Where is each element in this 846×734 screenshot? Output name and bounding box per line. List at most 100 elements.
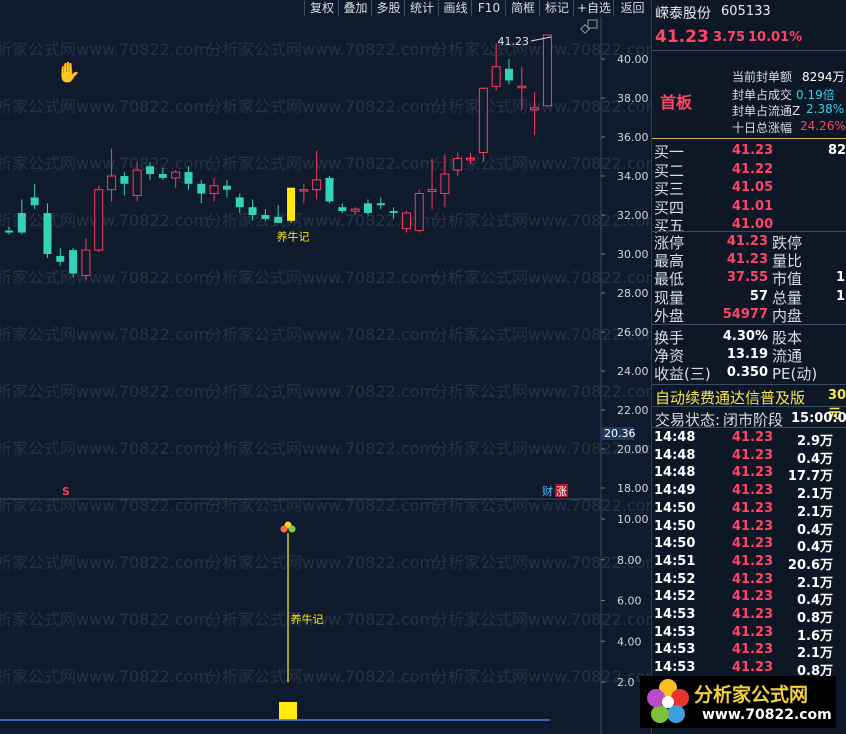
chart-toolbar: 复权 叠加 多股 统计 画线 F10 简框 标记 +自选 返回 bbox=[0, 0, 651, 17]
y-tick-label: 32.00 bbox=[617, 209, 649, 222]
divider bbox=[652, 406, 846, 407]
indicator-y-tick-label: 10.00 bbox=[617, 513, 649, 526]
stock-name: 嵘泰股份 bbox=[655, 6, 711, 22]
tick-time: 14:50 bbox=[654, 500, 696, 516]
y-tick-label: 20.00 bbox=[617, 443, 649, 456]
indicator-dot bbox=[288, 525, 296, 533]
candle bbox=[325, 176, 334, 204]
candle bbox=[287, 187, 296, 223]
tick-row[interactable]: 14:50 41.23 0.4万 bbox=[652, 535, 846, 555]
candle bbox=[222, 179, 231, 198]
multi-stock-button[interactable]: 多股 bbox=[371, 0, 405, 16]
logo-url: www.70822.com bbox=[702, 707, 832, 723]
tick-row[interactable]: 14:49 41.23 2.1万 bbox=[652, 482, 846, 502]
tick-row[interactable]: 14:53 41.23 1.6万 bbox=[652, 624, 846, 644]
back-button[interactable]: 返回 bbox=[613, 0, 651, 16]
news-marker-zhang: 涨 bbox=[556, 485, 567, 498]
tick-price: 41.23 bbox=[732, 465, 774, 481]
candle-body bbox=[69, 250, 78, 274]
candle bbox=[299, 183, 309, 204]
candle bbox=[427, 158, 437, 210]
candle-body bbox=[30, 197, 39, 206]
quote-value-zhangting: 41.23 bbox=[726, 234, 768, 249]
tick-price: 41.23 bbox=[732, 518, 774, 534]
seal-vs-float-label: 封单占流通Z bbox=[732, 104, 801, 118]
kline-chart-area[interactable]: 40.00 38.00 36.00 34.00 32.00 30.00 28.00 26.00… bbox=[0, 17, 651, 734]
tick-row[interactable]: 14:48 41.23 0.4万 bbox=[652, 447, 846, 467]
candle bbox=[466, 152, 476, 165]
f10-button[interactable]: F10 bbox=[471, 0, 506, 16]
draw-line-button[interactable]: 画线 bbox=[438, 0, 472, 16]
tick-row[interactable]: 14:53 41.23 0.8万 bbox=[652, 659, 846, 679]
s-marker: S bbox=[62, 485, 70, 498]
candle-body bbox=[5, 230, 13, 233]
y-tick-label: 38.00 bbox=[617, 92, 649, 105]
y-tick-label: 34.00 bbox=[617, 170, 649, 183]
candle bbox=[363, 199, 372, 215]
tick-price: 41.23 bbox=[732, 430, 774, 445]
candle bbox=[414, 189, 424, 233]
first-board-badge: 首板 bbox=[660, 93, 693, 112]
tick-time: 14:48 bbox=[654, 430, 696, 445]
candle-body bbox=[222, 185, 231, 190]
y-tick-label: 18.00 bbox=[617, 482, 649, 495]
tick-row[interactable]: 14:50 41.23 2.1万 bbox=[652, 500, 846, 520]
candle bbox=[17, 199, 26, 235]
indicator-y-tick-label: 4.00 bbox=[617, 635, 642, 648]
candle-body bbox=[81, 249, 91, 276]
quote-value-waipan: 54977 bbox=[722, 307, 768, 322]
quote-value-zuigao: 41.23 bbox=[726, 252, 768, 267]
promo-text[interactable]: 自动续费通达信普及版 bbox=[655, 387, 805, 408]
tick-row[interactable]: 14:48 41.23 17.7万 bbox=[652, 464, 846, 484]
tick-time: 14:50 bbox=[654, 518, 696, 534]
tick-row[interactable]: 14:53 41.23 2.1万 bbox=[652, 641, 846, 661]
tick-price: 41.23 bbox=[732, 624, 774, 640]
candle bbox=[158, 168, 167, 180]
mark-button[interactable]: 标记 bbox=[539, 0, 574, 16]
tick-row[interactable]: 14:51 41.23 20.6万 bbox=[652, 553, 846, 573]
order-price: 41.00 bbox=[732, 217, 774, 232]
quote-value-huanshou: 4.30% bbox=[722, 329, 768, 344]
candle bbox=[94, 185, 104, 253]
ten-day-gain-label: 十日总涨幅 bbox=[732, 121, 793, 135]
candle-body bbox=[132, 169, 142, 196]
statistics-button[interactable]: 统计 bbox=[404, 0, 439, 16]
candle-body bbox=[478, 87, 488, 154]
simple-frame-button[interactable]: 简框 bbox=[505, 0, 540, 16]
candle bbox=[184, 166, 193, 190]
add-watchlist-button[interactable]: +自选 bbox=[573, 0, 614, 16]
divider bbox=[652, 50, 846, 51]
tick-row[interactable]: 14:53 41.23 0.8万 bbox=[652, 606, 846, 626]
candle bbox=[146, 162, 155, 180]
candle-body bbox=[197, 183, 206, 194]
tick-price: 41.23 bbox=[732, 607, 774, 622]
tick-row[interactable]: 14:52 41.23 2.1万 bbox=[652, 571, 846, 591]
candle-body bbox=[338, 207, 347, 212]
tick-time: 14:53 bbox=[654, 642, 696, 658]
tick-price: 41.23 bbox=[732, 500, 774, 516]
quote-label-shizhi: 市值 bbox=[772, 270, 803, 288]
y-tick-label: 22.00 bbox=[617, 404, 649, 417]
tick-row[interactable]: 14:52 41.23 0.4万 bbox=[652, 588, 846, 608]
overlay-button[interactable]: 叠加 bbox=[338, 0, 372, 16]
candle-body bbox=[376, 203, 385, 206]
fuquan-button[interactable]: 复权 bbox=[304, 0, 339, 16]
candle-body bbox=[350, 208, 360, 212]
candle bbox=[530, 92, 540, 136]
tick-price: 41.23 bbox=[732, 553, 774, 569]
candle-body bbox=[158, 174, 167, 178]
candle-body bbox=[274, 216, 283, 223]
candle-body bbox=[209, 185, 219, 195]
tick-row[interactable]: 14:48 41.23 2.9万 bbox=[652, 429, 846, 449]
candle-body bbox=[120, 176, 129, 184]
tick-row[interactable]: 14:50 41.23 0.4万 bbox=[652, 518, 846, 538]
tick-time: 14:52 bbox=[654, 571, 696, 587]
y-tick-label: 28.00 bbox=[617, 287, 649, 300]
candle-body bbox=[235, 197, 244, 208]
candle-body bbox=[56, 255, 65, 262]
candle-body bbox=[440, 173, 450, 195]
candle bbox=[376, 197, 385, 210]
candle-body bbox=[363, 203, 372, 214]
quote-value-zuidi: 37.55 bbox=[726, 270, 768, 285]
candle bbox=[261, 209, 270, 221]
